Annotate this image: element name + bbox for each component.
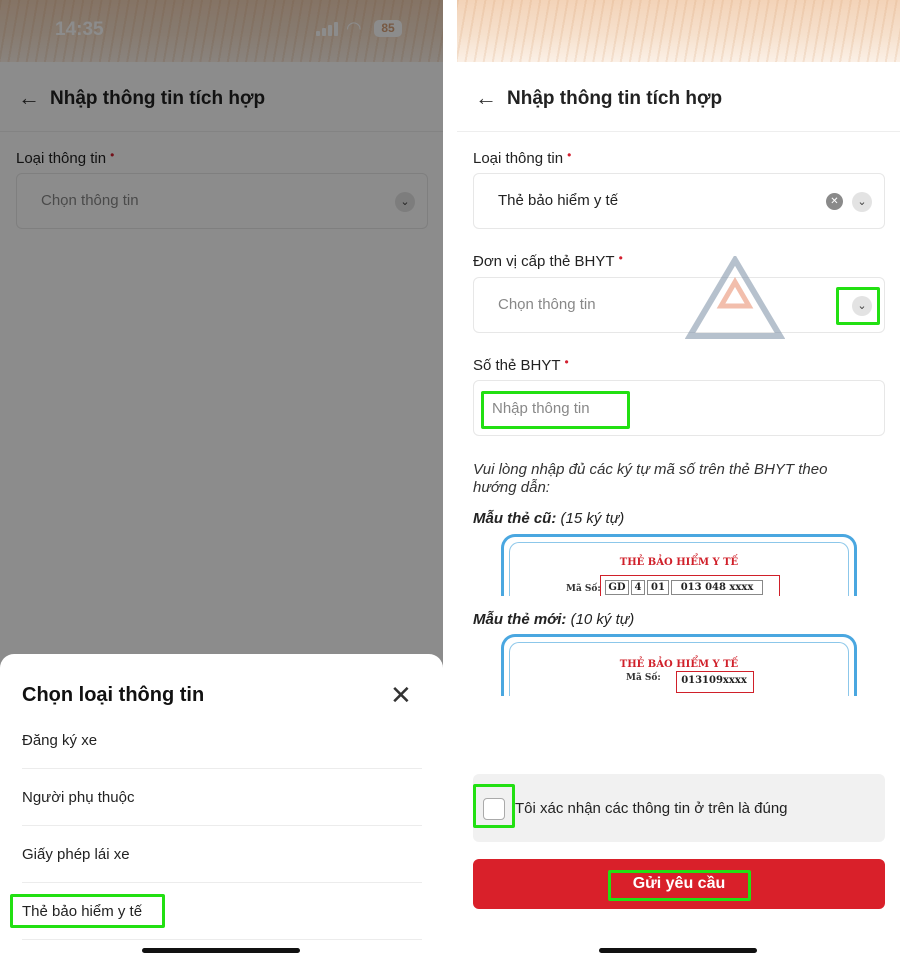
new-sample-note: (10 ký tự) [570, 611, 635, 628]
status-bar [457, 0, 900, 62]
card-number-input[interactable] [488, 393, 788, 423]
home-indicator [142, 948, 300, 953]
required-mark: • [618, 251, 623, 265]
old-card-image: THẺ BẢO HIỂM Y TẾ Mã Số: GD 4 01 013 048… [501, 534, 857, 596]
new-sample-label: Mẫu thẻ mới: (10 ký tự) [473, 611, 634, 628]
submit-button[interactable]: Gửi yêu cầu [473, 859, 885, 909]
sheet-item-label: Giấy phép lái xe [22, 846, 130, 863]
ma-so-label: Mã Số: [566, 584, 601, 594]
sheet-item-label: Đăng ký xe [22, 732, 98, 749]
type-field-label-text: Loại thông tin [473, 150, 564, 167]
issuer-field-label-text: Đơn vị cấp thẻ BHYT [473, 253, 615, 270]
nav-bar: ← Nhập thông tin tích hợp [457, 62, 900, 132]
chevron-down-icon[interactable]: ⌄ [852, 192, 872, 212]
code-cell: 01 [647, 580, 669, 595]
clear-icon[interactable]: ✕ [826, 193, 843, 210]
confirm-row[interactable]: Tôi xác nhận các thông tin ở trên là đún… [473, 774, 885, 842]
bottom-sheet: Chọn loại thông tin ✕ Đăng ký xe Người p… [0, 654, 443, 965]
card-number-label-text: Số thẻ BHYT [473, 357, 561, 374]
sheet-item-label: Thẻ bảo hiểm y tế [22, 903, 143, 920]
home-indicator [599, 948, 757, 953]
card-title: THẺ BẢO HIỂM Y TẾ [619, 659, 739, 670]
card-title: THẺ BẢO HIỂM Y TẾ [619, 557, 739, 568]
card-number-field[interactable] [473, 380, 885, 436]
card-number-label: Số thẻ BHYT • [473, 355, 569, 374]
ma-so-label: Mã Số: [626, 673, 661, 683]
hint-text: Vui lòng nhập đủ các ký tự mã số trên th… [473, 461, 828, 496]
type-select-value: Thẻ bảo hiểm y tế [498, 192, 619, 209]
new-sample-title: Mẫu thẻ mới: [473, 611, 567, 628]
confirm-checkbox[interactable] [483, 798, 505, 820]
code-cell: 013109xxxx [681, 675, 747, 686]
sheet-item-label: Người phụ thuộc [22, 789, 135, 806]
code-cell: GD [605, 580, 629, 595]
chevron-down-icon[interactable]: ⌄ [852, 296, 872, 316]
required-mark: • [567, 148, 572, 162]
right-screen: ← Nhập thông tin tích hợp Loại thông tin… [457, 0, 900, 965]
issuer-select[interactable]: Chọn thông tin ⌄ [473, 277, 885, 333]
issuer-field-label: Đơn vị cấp thẻ BHYT • [473, 251, 623, 270]
old-code-box: GD 4 01 013 048 xxxx [600, 575, 780, 596]
confirm-text: Tôi xác nhận các thông tin ở trên là đún… [515, 800, 788, 817]
sheet-item-giay-phep-lai-xe[interactable]: Giấy phép lái xe [22, 826, 422, 883]
left-screen: 14:35 ◠ 85 ← Nhập thông tin tích hợp Loạ… [0, 0, 443, 965]
old-sample-note: (15 ký tự) [560, 510, 625, 527]
sheet-item-dang-ky-xe[interactable]: Đăng ký xe [22, 712, 422, 769]
type-field-label: Loại thông tin • [473, 148, 571, 167]
old-sample-label: Mẫu thẻ cũ: (15 ký tự) [473, 510, 624, 527]
page-title: Nhập thông tin tích hợp [507, 88, 723, 109]
old-sample-title: Mẫu thẻ cũ: [473, 510, 557, 527]
new-card-image: THẺ BẢO HIỂM Y TẾ Mã Số: 013109xxxx [501, 634, 857, 696]
required-mark: • [564, 355, 569, 369]
sheet-item-the-bao-hiem-y-te[interactable]: Thẻ bảo hiểm y tế [22, 883, 422, 940]
close-icon[interactable]: ✕ [390, 680, 412, 711]
issuer-select-placeholder: Chọn thông tin [498, 296, 596, 313]
type-select[interactable]: Thẻ bảo hiểm y tế ✕ ⌄ [473, 173, 885, 229]
back-arrow-icon[interactable]: ← [475, 85, 497, 111]
new-code-box: 013109xxxx [676, 671, 754, 693]
code-cell: 013 048 xxxx [671, 580, 763, 595]
sheet-item-nguoi-phu-thuoc[interactable]: Người phụ thuộc [22, 769, 422, 826]
code-cell: 4 [631, 580, 645, 595]
status-bar-pattern [457, 0, 900, 62]
sheet-title: Chọn loại thông tin [22, 684, 205, 706]
submit-button-label: Gửi yêu cầu [632, 875, 726, 892]
